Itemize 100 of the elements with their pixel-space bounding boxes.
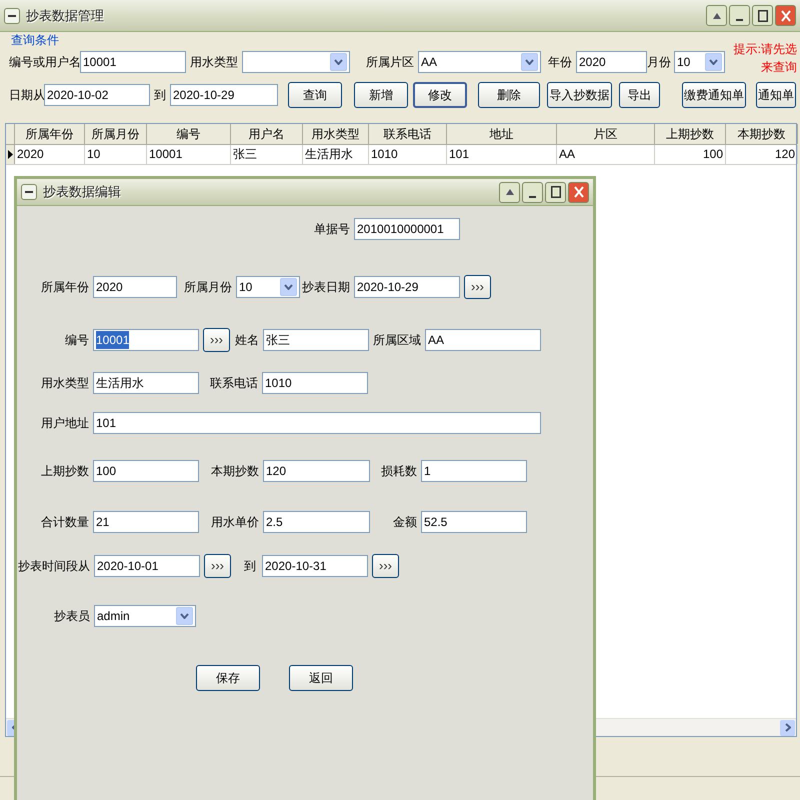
field-label: 日期从	[9, 87, 44, 104]
input-field[interactable]: 2020	[576, 51, 647, 73]
input-field[interactable]: 2020-10-29	[354, 276, 460, 298]
toolbar-button[interactable]: 新增	[354, 82, 408, 108]
field-label: 所属月份	[183, 279, 233, 296]
field-label: 用水类型	[40, 375, 90, 392]
dropdown[interactable]: admin	[94, 605, 196, 627]
close-button[interactable]	[568, 182, 589, 202]
toolbar-button[interactable]: 修改	[413, 82, 467, 108]
dropdown[interactable]: 10	[236, 276, 300, 298]
input-field[interactable]: 2.5	[263, 511, 370, 533]
toolbar-button[interactable]: 缴费通知单	[682, 82, 746, 108]
field-label: 金额	[392, 514, 418, 531]
close-button[interactable]	[775, 5, 796, 26]
toolbar-button[interactable]: 查询	[288, 82, 342, 108]
column-header[interactable]: 本期抄数	[726, 124, 798, 144]
table-cell: 张三	[231, 145, 303, 164]
field-label: 年份	[547, 54, 573, 71]
input-field[interactable]: AA	[425, 329, 541, 351]
table-cell: 10001	[147, 145, 231, 164]
minimize-icon	[736, 19, 743, 21]
maximize-button[interactable]	[545, 182, 566, 202]
input-field[interactable]: 10001	[93, 329, 199, 351]
field-label: 抄表日期	[301, 279, 351, 296]
column-header[interactable]: 编号	[147, 124, 231, 144]
window-title: 抄表数据管理	[26, 6, 104, 25]
field-label: 合计数量	[40, 514, 90, 531]
window-menu-icon[interactable]	[21, 184, 37, 200]
toolbar-button[interactable]: 导入抄数据	[547, 82, 612, 108]
field-label: 联系电话	[209, 375, 259, 392]
input-field[interactable]: 生活用水	[93, 372, 199, 394]
field-label: 所属片区	[365, 54, 415, 71]
group-title: 查询条件	[11, 33, 59, 47]
minimize-icon	[529, 196, 536, 198]
input-field[interactable]: 52.5	[421, 511, 527, 533]
input-field[interactable]: 2020-10-31	[262, 555, 368, 577]
field-label: 月份	[647, 54, 672, 71]
field-label: 编号	[64, 332, 90, 349]
toolbar-button[interactable]: 通知单	[756, 82, 796, 108]
input-field[interactable]: 2020-10-01	[94, 555, 200, 577]
column-header[interactable]: 上期抄数	[655, 124, 726, 144]
maximize-button[interactable]	[752, 5, 773, 26]
input-field[interactable]: 2020-10-29	[170, 84, 278, 106]
input-field[interactable]: 10001	[80, 51, 186, 73]
picker-button[interactable]: ›››	[203, 328, 230, 352]
column-header[interactable]: 所属月份	[85, 124, 147, 144]
toolbar-button[interactable]: 导出	[619, 82, 660, 108]
table-cell: 101	[447, 145, 557, 164]
picker-button[interactable]: ›››	[464, 275, 491, 299]
rollup-button[interactable]	[499, 182, 520, 202]
field-label: 编号或用户名	[9, 54, 80, 71]
dialog-button[interactable]: 保存	[196, 665, 260, 691]
field-label: 抄表时间段从	[17, 558, 91, 575]
column-header[interactable]: 联系电话	[369, 124, 447, 144]
toolbar-button[interactable]: 删除	[478, 82, 540, 108]
triangle-up-icon	[506, 189, 514, 195]
input-field[interactable]: 2020	[93, 276, 177, 298]
table-cell: 100	[655, 145, 726, 164]
dropdown[interactable]	[242, 51, 350, 73]
dropdown[interactable]: AA	[418, 51, 541, 73]
input-field[interactable]: 2020-10-02	[44, 84, 150, 106]
input-field[interactable]: 21	[93, 511, 199, 533]
table-cell: 2020	[15, 145, 85, 164]
table-cell: 120	[726, 145, 798, 164]
table-cell: 1010	[369, 145, 447, 164]
input-field[interactable]: 张三	[263, 329, 369, 351]
field-label: 所属区域	[372, 332, 422, 349]
minimize-button[interactable]	[522, 182, 543, 202]
input-field[interactable]: 2010010000001	[354, 218, 460, 240]
field-label: 到	[153, 87, 167, 104]
input-field[interactable]: 120	[263, 460, 370, 482]
close-icon	[780, 10, 790, 22]
maximize-icon	[550, 186, 560, 198]
field-label: 上期抄数	[40, 463, 90, 480]
maximize-icon	[758, 10, 768, 22]
rollup-button[interactable]	[706, 5, 727, 26]
table-cell: AA	[557, 145, 655, 164]
field-label: 本期抄数	[210, 463, 260, 480]
column-header[interactable]: 用户名	[231, 124, 303, 144]
input-field[interactable]: 100	[93, 460, 199, 482]
column-header[interactable]: 用水类型	[303, 124, 369, 144]
table-cell: 生活用水	[303, 145, 369, 164]
field-label: 损耗数	[380, 463, 418, 480]
input-field[interactable]: 1	[421, 460, 527, 482]
dialog-button[interactable]: 返回	[289, 665, 353, 691]
minimize-button[interactable]	[729, 5, 750, 26]
column-header[interactable]: 片区	[557, 124, 655, 144]
picker-button[interactable]: ›››	[204, 554, 231, 578]
table-cell: 10	[85, 145, 147, 164]
triangle-up-icon	[712, 12, 720, 18]
close-icon	[574, 186, 584, 198]
column-header[interactable]: 所属年份	[15, 124, 85, 144]
picker-button[interactable]: ›››	[372, 554, 399, 578]
input-field[interactable]: 101	[93, 412, 541, 434]
dropdown[interactable]: 10	[674, 51, 725, 73]
field-label: 到	[243, 558, 257, 575]
input-field[interactable]: 1010	[262, 372, 368, 394]
field-label: 所属年份	[40, 279, 90, 296]
column-header[interactable]: 地址	[447, 124, 557, 144]
window-menu-icon[interactable]	[4, 8, 20, 24]
